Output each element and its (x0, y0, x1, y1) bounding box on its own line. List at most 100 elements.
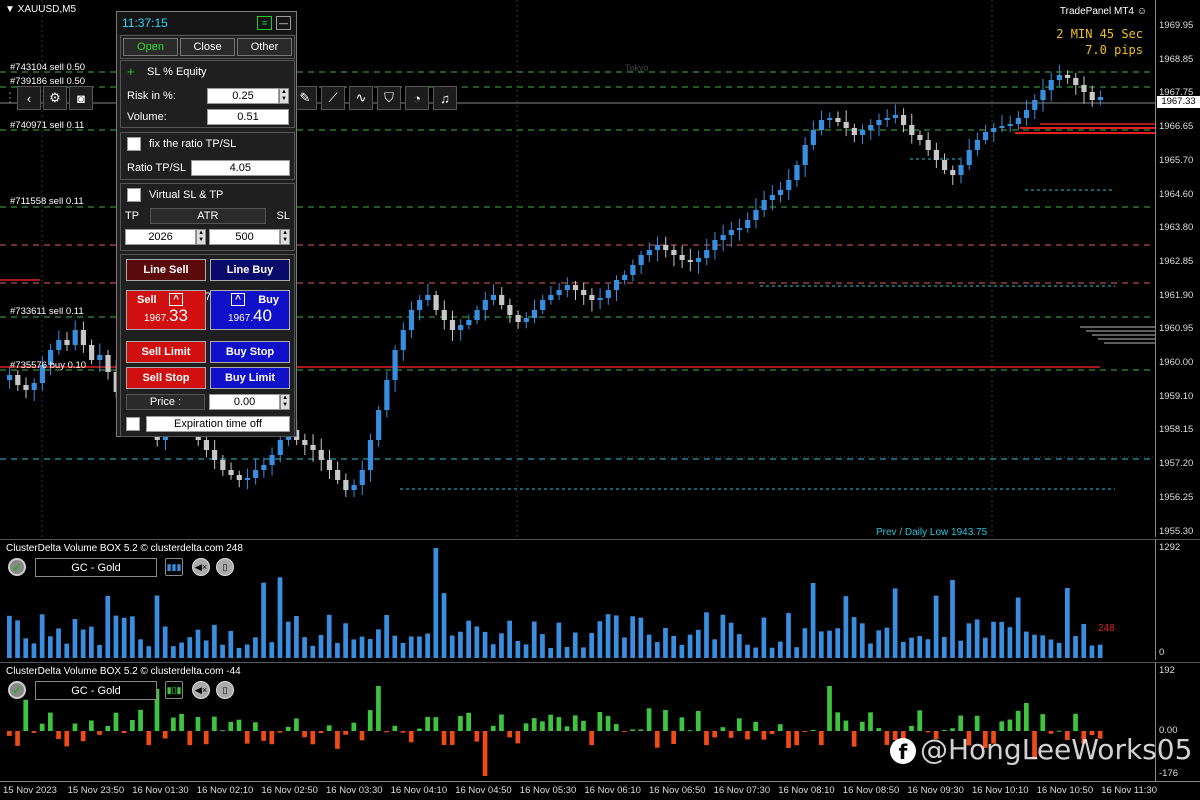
ratio-label: Ratio TP/SL (127, 162, 187, 174)
atr-button[interactable]: ATR (149, 208, 266, 224)
buy-limit-button[interactable]: Buy Limit (210, 367, 290, 389)
line-sell-button[interactable]: Line Sell (126, 259, 206, 281)
candle-body (367, 440, 374, 470)
delta-bar (843, 720, 849, 731)
delta-bar (810, 729, 816, 731)
instrument-selector[interactable]: GC - Gold (35, 558, 157, 577)
candle-body (892, 115, 898, 118)
tp-stepper[interactable]: ▲ ▼ (196, 229, 206, 245)
sell-stop-button[interactable]: Sell Stop (126, 367, 206, 389)
candle-body (966, 150, 972, 165)
fix-ratio-checkbox[interactable] (127, 137, 141, 151)
price-stepper[interactable]: ▲ ▼ (280, 394, 290, 410)
instrument-selector[interactable]: GC - Gold (35, 681, 157, 700)
volume-bar (171, 646, 176, 658)
order-label[interactable]: #733611 sell 0.11 (10, 306, 84, 317)
expiration-checkbox[interactable] (126, 417, 140, 431)
candle-body (564, 285, 570, 290)
trade-panel-header[interactable]: 11:37:15 ≡ — (117, 12, 296, 34)
time-tick: 16 Nov 04:10 (390, 785, 448, 796)
delta-chart-icon[interactable]: ▮▯▮ (165, 681, 183, 699)
volume-bar (933, 595, 939, 658)
grip-icon[interactable]: ⋮ (4, 86, 17, 110)
menu-icon[interactable]: ≡ (257, 16, 272, 30)
volume-bar (794, 647, 800, 658)
reload-icon[interactable]: ▯ (216, 681, 234, 699)
sell-button[interactable]: Sell ^ 1967.33 (126, 290, 206, 330)
order-label[interactable]: #740971 sell 0.11 (10, 120, 84, 131)
trend-icon[interactable]: ⟋ (321, 86, 345, 110)
minimize-icon[interactable]: — (276, 16, 291, 30)
delta-bar (294, 718, 299, 731)
bar-chart-icon[interactable]: ▮▮▮ (165, 558, 183, 576)
candle-body (384, 380, 390, 410)
expand-icon[interactable]: + (127, 64, 141, 79)
tp-label: TP (125, 210, 140, 222)
delta-bar (581, 720, 586, 731)
line-buy-button[interactable]: Line Buy (210, 259, 290, 281)
volume-bar (736, 634, 742, 658)
volume-bar (548, 647, 553, 658)
sl-input[interactable]: 500 (209, 229, 281, 245)
sell-label: Sell (137, 294, 157, 306)
delta-bar (687, 730, 693, 732)
delta-bar (654, 731, 660, 748)
pie-icon[interactable]: ◔ (405, 86, 429, 110)
sell-limit-button[interactable]: Sell Limit (126, 341, 206, 363)
shield-icon[interactable]: ⛉ (377, 86, 401, 110)
order-label[interactable]: #743104 sell 0.50 (10, 62, 85, 73)
back-icon[interactable]: ‹ (17, 86, 41, 110)
volume-bar (917, 636, 923, 658)
volume-pane[interactable]: ClusterDelta Volume BOX 5.2 © clusterdel… (0, 539, 1155, 660)
price-tick: 1955.30 (1159, 525, 1194, 537)
ratio-input[interactable]: 4.05 (190, 160, 290, 176)
expiration-field[interactable]: Expiration time off (145, 416, 290, 432)
virtual-sl-tp-checkbox[interactable] (127, 188, 141, 202)
sl-stepper[interactable]: ▲ ▼ (280, 229, 290, 245)
price-axis[interactable]: 1969.95 1968.85 1967.75 1966.65 1965.70 1964.… (1155, 0, 1200, 537)
delta-bar (835, 712, 841, 731)
delta-bar (679, 717, 685, 731)
time-tick: 16 Nov 06:50 (649, 785, 706, 796)
mute-icon[interactable]: ◀× (192, 681, 210, 699)
volume-bar (203, 640, 209, 658)
candle-body (859, 130, 866, 135)
price-input[interactable]: 0.00 (209, 394, 281, 410)
volume-bar (335, 642, 340, 658)
time-tick: 16 Nov 04:50 (455, 785, 512, 796)
check-icon[interactable]: ✓ (8, 558, 26, 576)
candle-body (671, 250, 677, 255)
tp-input[interactable]: 2026 (125, 229, 197, 245)
volume-bar (269, 642, 275, 658)
camera-icon[interactable]: ◙ (69, 86, 93, 110)
symbol-label[interactable]: ▼ XAUUSD,M5 (5, 4, 76, 15)
tab-open[interactable]: Open (123, 38, 178, 56)
delta-bar (950, 728, 955, 731)
risk-input[interactable]: 0.25 (207, 88, 279, 104)
candle-body (1015, 118, 1021, 124)
tab-close[interactable]: Close (180, 38, 235, 56)
volume-bar (679, 644, 685, 658)
mute-icon[interactable]: ◀× (192, 558, 210, 576)
line-chart-icon[interactable]: ∿ (349, 86, 373, 110)
volume-bar (433, 548, 439, 658)
delta-bar (720, 727, 726, 731)
reload-icon[interactable]: ▯ (216, 558, 234, 576)
risk-stepper[interactable]: ▲ ▼ (279, 88, 289, 104)
buy-button[interactable]: ^ Buy 1967.40 (210, 290, 290, 330)
volume-bar (1089, 645, 1095, 658)
gear-icon[interactable]: ⚙ (43, 86, 67, 110)
delta-bar (556, 717, 562, 731)
time-tick: 16 Nov 09:30 (907, 785, 964, 796)
check-icon[interactable]: ✓ (8, 681, 26, 699)
delta-title: ClusterDelta Volume BOX 5.2 © clusterdel… (6, 666, 241, 677)
buy-stop-button[interactable]: Buy Stop (210, 341, 290, 363)
order-label[interactable]: #735576 buy 0.10 (10, 360, 86, 371)
delta-bar (490, 725, 496, 731)
delta-bar (589, 731, 595, 746)
bell-icon[interactable]: ♫ (433, 86, 457, 110)
order-label[interactable]: #711558 sell 0.11 (10, 196, 84, 207)
delta-bar (162, 731, 168, 739)
volume-input[interactable]: 0.51 (207, 109, 289, 125)
tab-other[interactable]: Other (237, 38, 292, 56)
